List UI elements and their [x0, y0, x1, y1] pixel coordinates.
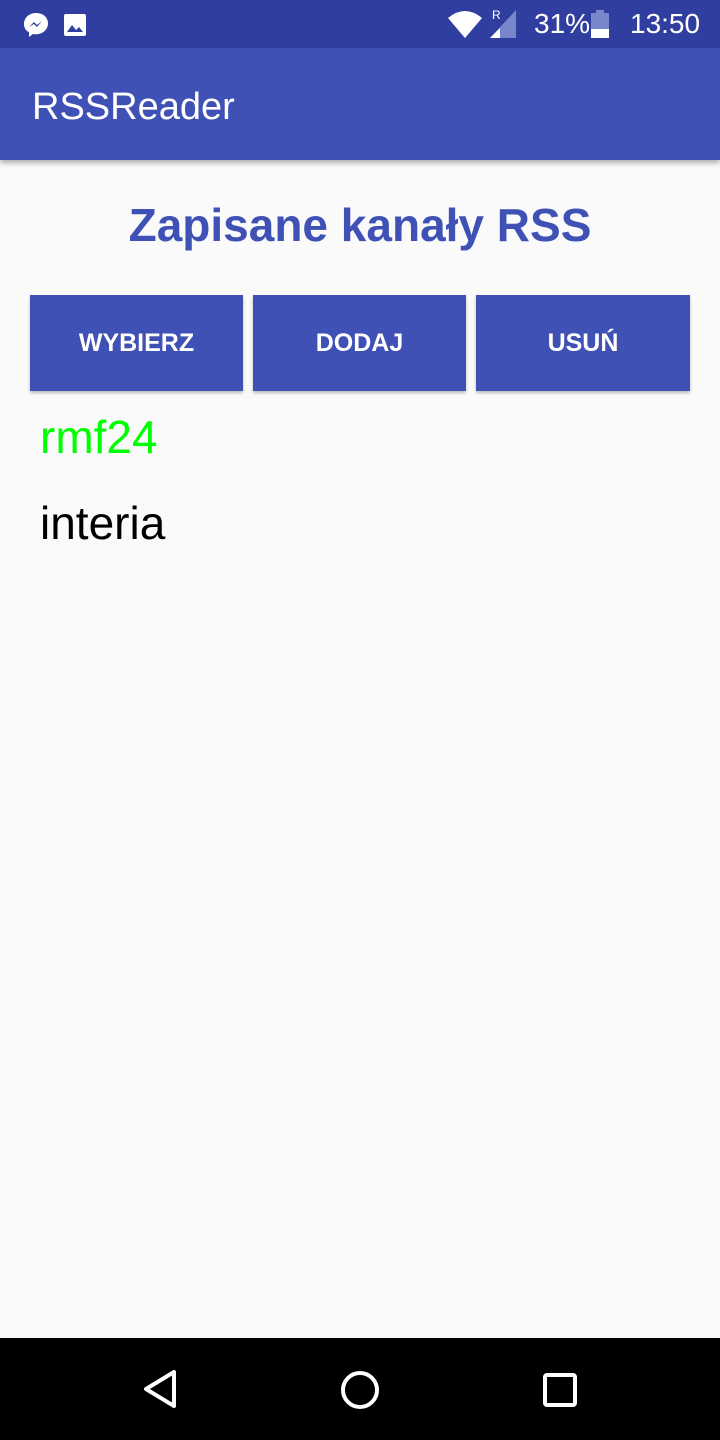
page-heading: Zapisane kanały RSS	[128, 199, 592, 251]
wifi-icon	[448, 11, 482, 38]
navigation-bar	[0, 1338, 720, 1440]
feed-list-item[interactable]: interia	[40, 496, 165, 550]
feed-list-item[interactable]: rmf24	[40, 410, 158, 464]
add-button[interactable]: DODAJ	[253, 295, 466, 391]
recents-icon[interactable]	[542, 1372, 578, 1408]
app-bar: RSSReader	[0, 48, 720, 160]
select-button[interactable]: WYBIERZ	[30, 295, 243, 391]
remove-button[interactable]: USUŃ	[476, 295, 690, 391]
messenger-icon	[24, 13, 48, 37]
image-icon	[64, 14, 86, 36]
home-icon[interactable]	[340, 1370, 380, 1410]
clock: 13:50	[630, 8, 701, 39]
app-title: RSSReader	[32, 86, 235, 128]
battery-icon	[591, 10, 609, 38]
status-bar: R 31% 13:50	[0, 0, 720, 48]
back-icon[interactable]	[140, 1368, 180, 1410]
battery-percent: 31%	[534, 8, 591, 39]
signal-icon	[490, 10, 516, 38]
